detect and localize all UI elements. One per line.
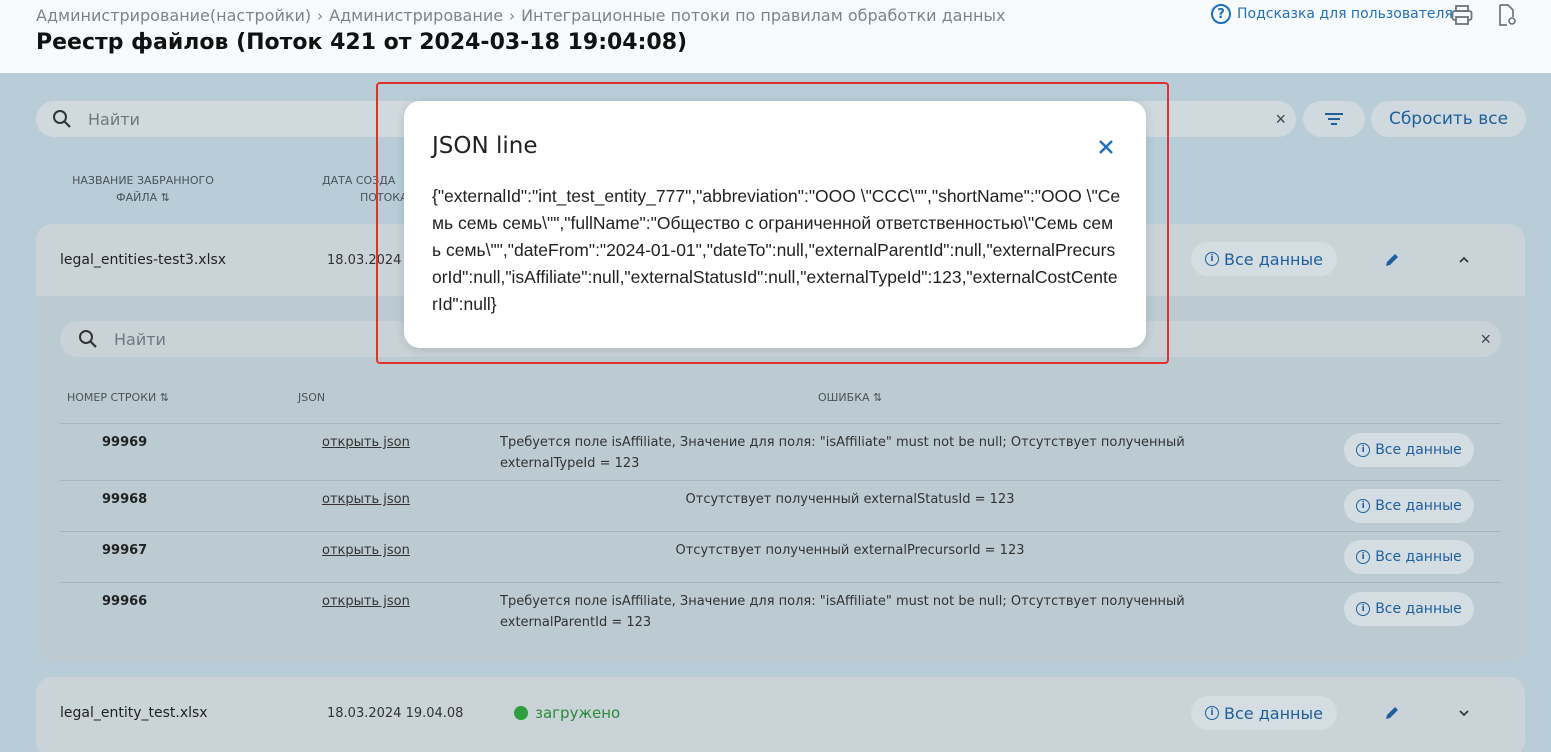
file-name: legal_entities-test3.xlsx <box>60 252 227 268</box>
filter-button[interactable] <box>1303 101 1365 137</box>
json-content: {"externalId":"int_test_entity_777","abb… <box>432 186 1121 314</box>
reset-all-button[interactable]: Сбросить все <box>1371 101 1526 137</box>
search-placeholder: Найти <box>88 109 140 129</box>
open-json-link[interactable]: открыть json <box>322 435 410 450</box>
file-name: legal_entity_test.xlsx <box>60 705 208 721</box>
info-icon: i <box>1205 706 1220 720</box>
search-icon <box>53 110 71 128</box>
user-hint-link[interactable]: ? Подсказка для пользователя <box>1211 4 1453 24</box>
user-hint-label: Подсказка для пользователя <box>1237 6 1453 22</box>
all-data-button[interactable]: i Все данные <box>1191 242 1337 276</box>
open-json-link[interactable]: открыть json <box>322 492 410 507</box>
info-icon: i <box>1205 252 1220 266</box>
error-text: Отсутствует полученный externalStatusId … <box>685 492 1015 507</box>
print-icon[interactable] <box>1450 3 1474 27</box>
all-data-button[interactable]: i Все данные <box>1344 489 1474 523</box>
dialog-title: JSON line <box>432 133 538 159</box>
sort-icon[interactable]: ⇅ <box>161 191 170 204</box>
chevron-up-icon[interactable] <box>1454 250 1474 270</box>
status-dot-icon <box>514 706 528 720</box>
file-date: 18.03.2024 19.04.08 <box>327 706 464 721</box>
table-row: 99966 открыть json Требуется поле isAffi… <box>60 582 1501 639</box>
chevron-right-icon: › <box>317 6 324 25</box>
all-data-button[interactable]: i Все данные <box>1344 433 1474 467</box>
edit-icon[interactable] <box>1382 250 1402 270</box>
breadcrumb: Администрирование(настройки) › Администр… <box>36 6 1006 25</box>
row-number: 99969 <box>102 435 148 450</box>
column-header-json: JSON <box>298 391 326 404</box>
clear-search-icon[interactable]: × <box>1480 329 1491 350</box>
sort-icon[interactable]: ⇅ <box>873 391 882 404</box>
page-title: Реестр файлов (Поток 421 от 2024-03-18 1… <box>36 30 688 55</box>
inner-search-placeholder: Найти <box>114 329 166 349</box>
column-header-file-name-label: НАЗВАНИЕ ЗАБРАННОГО <box>72 174 214 187</box>
filter-icon <box>1325 113 1343 125</box>
row-number: 99968 <box>102 492 148 507</box>
open-json-link[interactable]: открыть json <box>322 543 410 558</box>
info-icon: i <box>1356 443 1371 457</box>
close-icon[interactable] <box>1094 135 1118 159</box>
error-text: Отсутствует полученный externalPrecursor… <box>675 543 1025 558</box>
search-icon <box>79 330 97 348</box>
breadcrumb-item-admin[interactable]: Администрирование <box>329 6 503 25</box>
info-icon: i <box>1356 499 1371 513</box>
clear-search-icon[interactable]: × <box>1275 109 1286 130</box>
chevron-right-icon: › <box>509 6 516 25</box>
status-badge: загружено <box>514 704 620 722</box>
table-row: 99968 открыть json Отсутствует полученны… <box>60 480 1501 531</box>
chevron-down-icon[interactable] <box>1454 703 1474 723</box>
error-text: Требуется поле isAffiliate, Значение для… <box>500 594 1185 630</box>
error-text: Требуется поле isAffiliate, Значение для… <box>500 435 1185 471</box>
column-header-row-number[interactable]: НОМЕР СТРОКИ ⇅ <box>67 389 169 406</box>
document-settings-icon[interactable] <box>1495 3 1519 27</box>
table-row: 99967 открыть json Отсутствует полученны… <box>60 531 1501 582</box>
all-data-button[interactable]: i Все данные <box>1344 540 1474 574</box>
info-icon: i <box>1356 550 1371 564</box>
breadcrumb-item-integration-flows[interactable]: Интеграционные потоки по правилам обрабо… <box>521 6 1005 25</box>
breadcrumb-item-admin-settings[interactable]: Администрирование(настройки) <box>36 6 311 25</box>
json-line-dialog: JSON line {"externalId":"int_test_entity… <box>404 101 1146 348</box>
sort-icon[interactable]: ⇅ <box>160 391 169 404</box>
page-header: Администрирование(настройки) › Администр… <box>0 0 1551 73</box>
column-header-error[interactable]: ОШИБКА ⇅ <box>818 389 882 406</box>
row-number: 99967 <box>102 543 148 558</box>
help-icon: ? <box>1211 4 1231 24</box>
column-header-file-name[interactable]: НАЗВАНИЕ ЗАБРАННОГО ФАЙЛА ⇅ <box>58 172 228 206</box>
info-icon: i <box>1356 602 1371 616</box>
all-data-button[interactable]: i Все данные <box>1191 696 1337 730</box>
all-data-button[interactable]: i Все данные <box>1344 592 1474 626</box>
edit-icon[interactable] <box>1382 703 1402 723</box>
row-number: 99966 <box>102 594 148 609</box>
table-row: 99969 открыть json Требуется поле isAffi… <box>60 423 1501 480</box>
open-json-link[interactable]: открыть json <box>322 594 410 609</box>
